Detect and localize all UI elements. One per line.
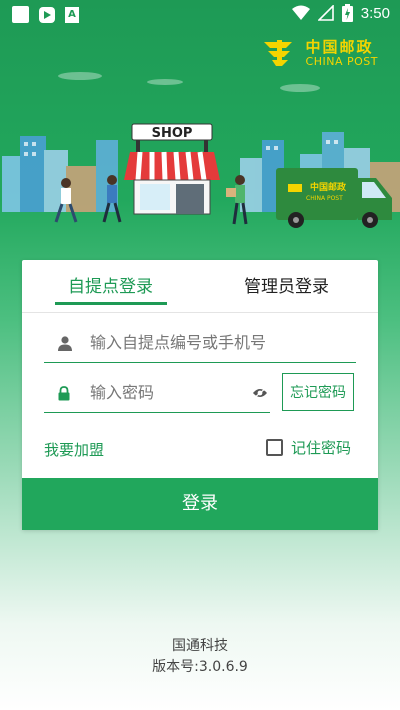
- city-shop-illustration: SHOP 中国邮政 CHINA POST: [2, 72, 400, 228]
- china-post-emblem-icon: [263, 40, 292, 66]
- password-input[interactable]: [88, 382, 242, 403]
- signal-icon: [317, 5, 334, 21]
- remember-password-option[interactable]: 记住密码: [266, 437, 351, 458]
- remember-password-label: 记住密码: [291, 439, 352, 457]
- shop-sign-text: SHOP: [152, 126, 193, 141]
- van-label-en: CHINA POST: [306, 195, 343, 202]
- account-field: [44, 324, 356, 363]
- active-tab-indicator: [55, 302, 167, 305]
- square-notification-icon: [12, 6, 29, 23]
- wifi-icon: [291, 5, 310, 20]
- version-text: 版本号:3.0.6.9: [152, 659, 248, 675]
- forgot-password-button[interactable]: 忘记密码: [282, 373, 354, 411]
- a-notification-icon: A: [65, 6, 79, 23]
- battery-charging-icon: [341, 4, 353, 22]
- password-field: [44, 374, 270, 413]
- lock-icon: [58, 386, 70, 401]
- user-icon: [58, 336, 72, 351]
- company-name: 国通科技: [172, 638, 228, 654]
- tab-admin-login[interactable]: 管理员登录: [244, 272, 329, 297]
- login-card: 自提点登录 管理员登录 忘记密码 我要加盟 记住密码 登录: [22, 260, 378, 530]
- china-post-logo: 中国邮政 CHINA POST: [262, 38, 378, 68]
- join-franchise-link[interactable]: 我要加盟: [44, 439, 104, 460]
- brand-name-cn: 中国邮政: [305, 37, 374, 56]
- footer: 国通科技 版本号:3.0.6.9: [0, 636, 400, 678]
- van-label-cn: 中国邮政: [310, 181, 347, 193]
- status-time: 3:50: [360, 4, 390, 22]
- account-input[interactable]: [88, 332, 302, 353]
- login-button[interactable]: 登录: [22, 478, 378, 530]
- tab-divider: [22, 312, 378, 313]
- brand-name-en: CHINA POST: [305, 54, 378, 68]
- status-bar: A 3:50: [0, 0, 400, 28]
- remember-password-checkbox[interactable]: [266, 439, 283, 456]
- app-play-icon: [39, 6, 55, 23]
- tab-pickup-point-login[interactable]: 自提点登录: [68, 272, 153, 297]
- eye-hidden-icon[interactable]: [252, 387, 268, 399]
